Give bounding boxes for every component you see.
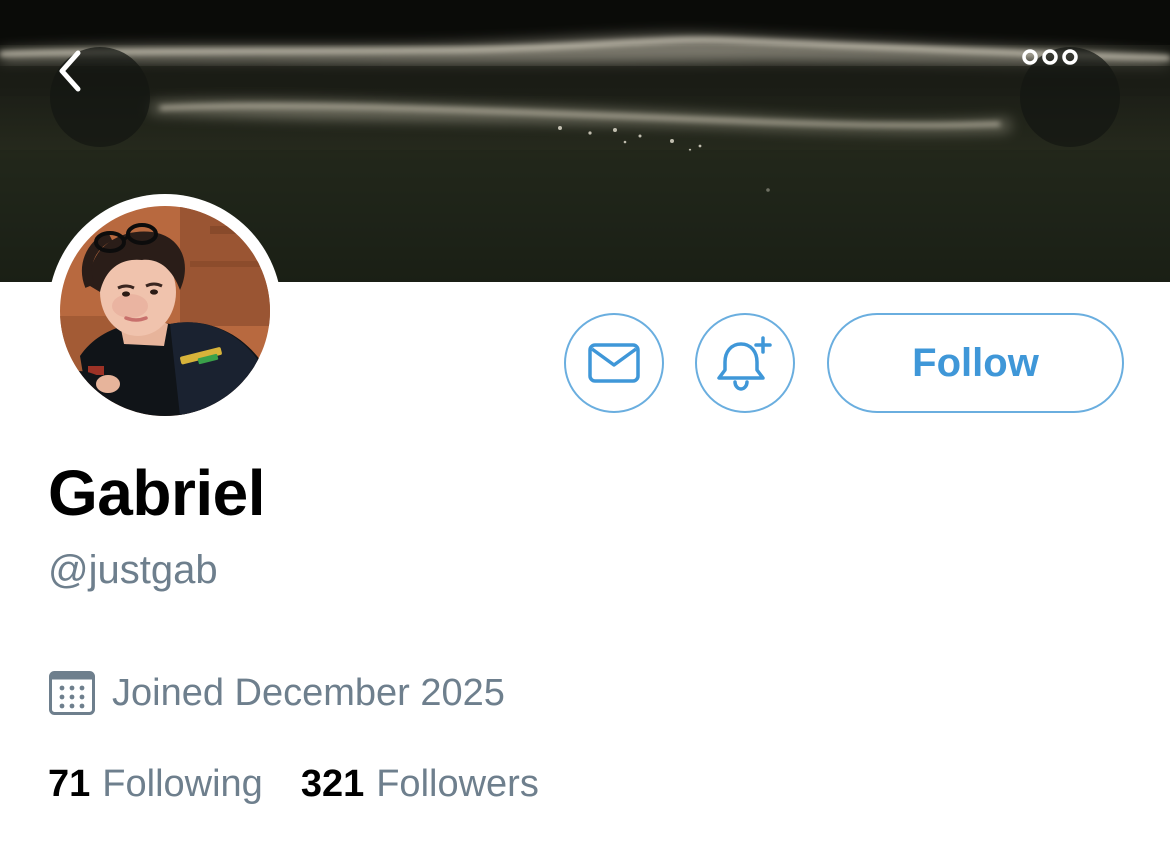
chevron-left-icon: [59, 50, 81, 92]
display-name: Gabriel: [48, 457, 266, 529]
envelope-icon: [588, 343, 640, 383]
follow-stats: 71 Following 321 Followers: [48, 763, 539, 806]
joined-date: Joined December 2025: [112, 671, 505, 714]
followers-link[interactable]: 321 Followers: [301, 763, 539, 806]
more-options-button[interactable]: [1020, 47, 1120, 147]
user-handle: @justgab: [48, 548, 218, 592]
following-link[interactable]: 71 Following: [48, 763, 263, 806]
back-button[interactable]: [50, 47, 150, 147]
follow-button[interactable]: Follow: [827, 313, 1124, 413]
joined-date-row: Joined December 2025: [48, 668, 505, 718]
more-horizontal-icon: [1022, 49, 1078, 65]
message-button[interactable]: [564, 313, 664, 413]
following-count: 71: [48, 763, 91, 805]
avatar-photo: [60, 206, 270, 416]
profile-page: Follow Gabriel @justgab Joined December …: [0, 0, 1170, 848]
calendar-icon: [49, 671, 95, 715]
notifications-button[interactable]: [695, 313, 795, 413]
followers-label: Followers: [376, 763, 539, 805]
followers-count: 321: [300, 763, 365, 805]
bell-plus-icon: [717, 336, 772, 391]
following-label: Following: [102, 763, 263, 805]
avatar[interactable]: [60, 206, 270, 416]
